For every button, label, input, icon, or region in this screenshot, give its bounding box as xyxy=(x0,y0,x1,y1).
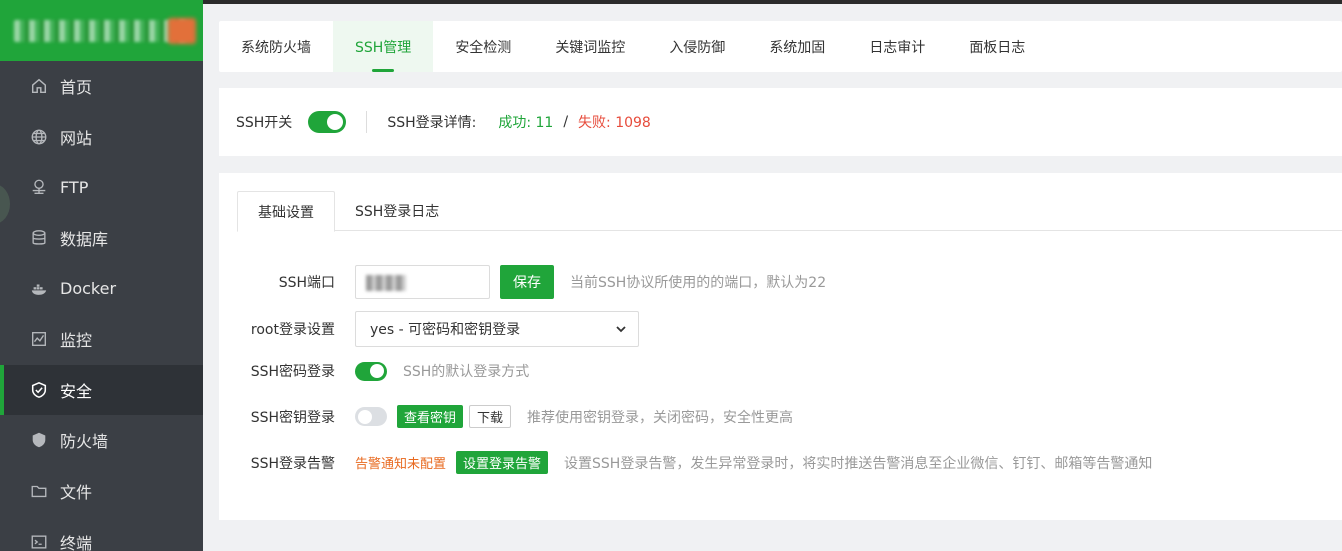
sidebar-item-label: 首页 xyxy=(60,78,93,98)
view-key-button[interactable]: 查看密钥 xyxy=(397,405,464,428)
sidebar-item-security[interactable]: 安全 xyxy=(0,364,203,416)
security-tabs: 系统防火墙 SSH管理 安全检测 关键词监控 入侵防御 系统加固 日志审计 面板… xyxy=(219,21,1342,72)
sidebar-item-label: 安全 xyxy=(60,381,93,401)
root-login-value: yes - 可密码和密钥登录 xyxy=(370,322,521,338)
sidebar-item-label: Docker xyxy=(60,279,117,299)
brand-logo xyxy=(0,0,203,61)
sidebar-item-files[interactable]: 文件 xyxy=(0,466,203,517)
folder-icon xyxy=(30,482,48,500)
sidebar-item-website[interactable]: 网站 xyxy=(0,112,203,163)
globe-icon xyxy=(30,128,48,146)
key-login-hint: 推荐使用密钥登录，关闭密码，安全性更高 xyxy=(527,409,794,426)
database-icon xyxy=(30,229,48,247)
alarm-status-text: 告警通知未配置 xyxy=(355,457,447,472)
subtab-basic-settings[interactable]: 基础设置 xyxy=(237,191,335,232)
sidebar-item-label: 终端 xyxy=(60,533,93,551)
ssh-login-details-label: SSH登录详情: xyxy=(387,115,477,131)
key-login-label: SSH密钥登录 xyxy=(250,409,335,426)
sidebar-item-ftp[interactable]: FTP xyxy=(0,162,203,213)
sidebar-item-monitor[interactable]: 监控 xyxy=(0,314,203,365)
tab-ssh-management[interactable]: SSH管理 xyxy=(333,21,434,72)
sidebar-item-label: 监控 xyxy=(60,331,93,351)
sidebar-item-terminal[interactable]: 终端 xyxy=(0,516,203,551)
login-alarm-row: SSH登录告警 告警通知未配置 设置登录告警 设置SSH登录告警，发生异常登录时… xyxy=(219,451,1152,474)
subtab-ssh-login-log[interactable]: SSH登录日志 xyxy=(335,191,459,231)
sidebar: 首页 网站 FTP 数据库 Docker 监控 安全 防火墙 文件 终端 xyxy=(0,0,203,551)
key-login-row: SSH密钥登录 查看密钥 下载 推荐使用密钥登录，关闭密码，安全性更高 xyxy=(219,405,793,428)
ssh-settings-card: 基础设置 SSH登录日志 SSH端口 保存 当前SSH协议所使用的的端口，默认为… xyxy=(219,173,1342,520)
count-separator: / xyxy=(563,114,569,130)
ssh-port-row: SSH端口 保存 当前SSH协议所使用的的端口，默认为22 xyxy=(219,265,826,299)
sidebar-item-label: 防火墙 xyxy=(60,432,109,452)
chevron-down-icon xyxy=(616,326,626,333)
docker-icon xyxy=(30,280,48,298)
tab-security-scan[interactable]: 安全检测 xyxy=(433,21,533,72)
login-fail-count: 失败: 1098 xyxy=(578,115,651,131)
login-alarm-hint: 设置SSH登录告警，发生异常登录时，将实时推送告警消息至企业微信、钉钉、邮箱等告… xyxy=(564,455,1153,472)
root-login-select[interactable]: yes - 可密码和密钥登录 xyxy=(355,311,639,347)
tab-keyword-monitor[interactable]: 关键词监控 xyxy=(533,21,647,72)
sidebar-item-home[interactable]: 首页 xyxy=(0,61,203,112)
ssh-switch-toggle[interactable] xyxy=(308,111,347,133)
ftp-icon xyxy=(30,178,48,196)
sidebar-item-docker[interactable]: Docker xyxy=(0,263,203,314)
shield-check-icon xyxy=(30,381,48,399)
terminal-icon xyxy=(30,533,48,551)
password-login-label: SSH密码登录 xyxy=(250,364,335,380)
download-key-button[interactable]: 下载 xyxy=(469,405,512,428)
password-login-row: SSH密码登录 SSH的默认登录方式 xyxy=(219,361,529,381)
save-port-button[interactable]: 保存 xyxy=(500,265,554,299)
sidebar-item-label: 网站 xyxy=(60,128,93,148)
tab-panel-logs[interactable]: 面板日志 xyxy=(947,21,1047,72)
sidebar-item-label: 文件 xyxy=(60,483,93,503)
ssh-port-label: SSH端口 xyxy=(278,275,335,291)
sidebar-item-label: FTP xyxy=(60,177,89,197)
login-success-count: 成功: 11 xyxy=(498,115,554,131)
ssh-port-hint: 当前SSH协议所使用的的端口，默认为22 xyxy=(570,275,827,291)
home-icon xyxy=(30,77,48,95)
monitor-icon xyxy=(30,330,48,348)
root-login-label: root登录设置 xyxy=(250,322,335,338)
ssh-switch-label: SSH开关 xyxy=(236,115,293,131)
blurred-badge xyxy=(168,18,196,44)
firewall-shield-icon xyxy=(30,431,48,449)
blurred-port-value xyxy=(366,275,406,291)
password-login-hint: SSH的默认登录方式 xyxy=(403,364,530,380)
divider xyxy=(366,111,368,133)
blurred-server-name xyxy=(14,20,189,42)
sidebar-item-label: 数据库 xyxy=(60,230,109,250)
tab-system-firewall[interactable]: 系统防火墙 xyxy=(219,21,333,72)
ssh-port-input[interactable] xyxy=(355,265,490,299)
password-login-toggle[interactable] xyxy=(355,361,387,381)
sidebar-item-database[interactable]: 数据库 xyxy=(0,213,203,264)
tab-log-audit[interactable]: 日志审计 xyxy=(847,21,947,72)
settings-subtabs: 基础设置 SSH登录日志 xyxy=(237,191,1342,232)
login-alarm-label: SSH登录告警 xyxy=(250,455,335,472)
tab-system-hardening[interactable]: 系统加固 xyxy=(747,21,847,72)
sidebar-item-firewall[interactable]: 防火墙 xyxy=(0,415,203,466)
root-login-row: root登录设置 yes - 可密码和密钥登录 xyxy=(219,311,639,347)
tab-intrusion-prevention[interactable]: 入侵防御 xyxy=(647,21,747,72)
ssh-status-card: SSH开关 SSH登录详情: 成功: 11 / 失败: 1098 xyxy=(219,88,1342,156)
set-login-alarm-button[interactable]: 设置登录告警 xyxy=(456,451,549,474)
key-login-toggle[interactable] xyxy=(355,407,387,426)
